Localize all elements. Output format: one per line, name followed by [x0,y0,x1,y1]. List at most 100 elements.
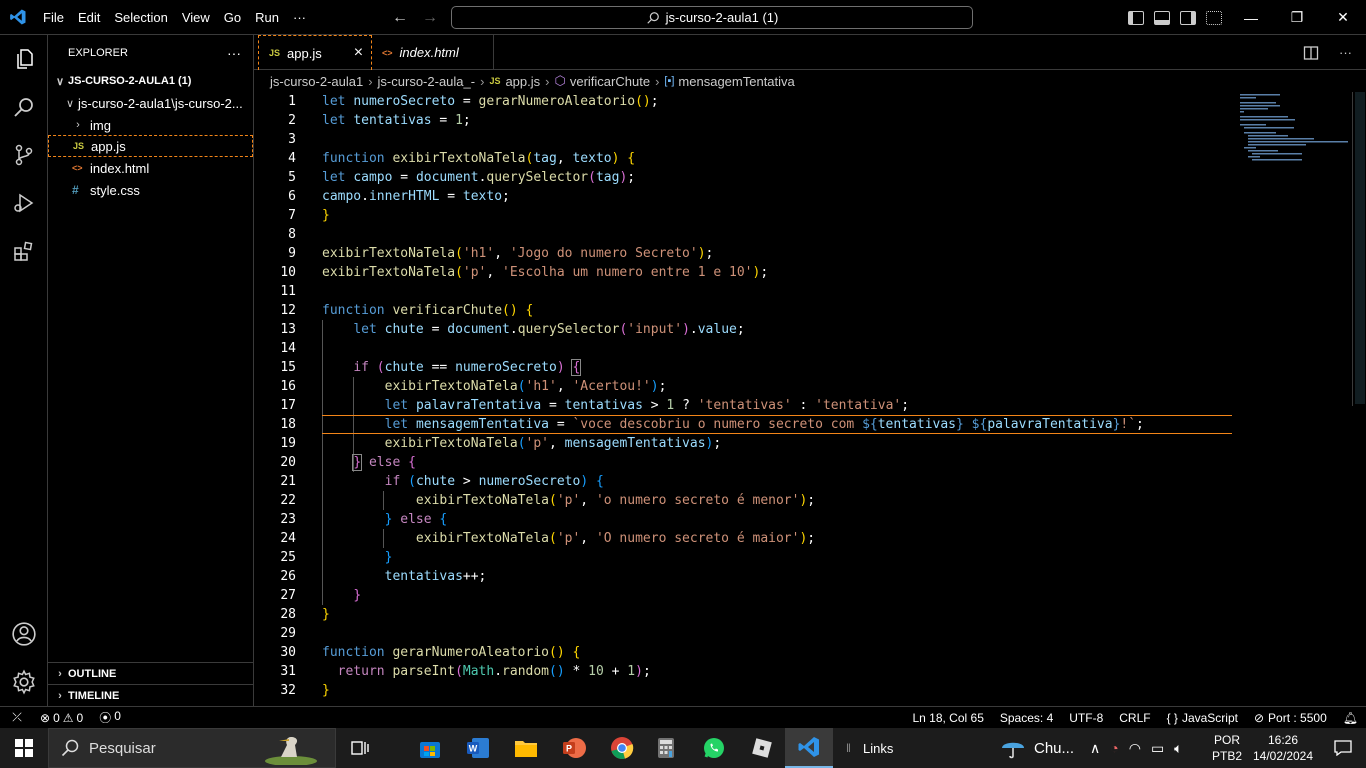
breadcrumb-item[interactable]: js-curso-2-aula_- [378,74,476,89]
code-line-6[interactable]: campo.innerHTML = texto; [322,187,510,206]
encoding[interactable]: UTF-8 [1069,711,1103,725]
windows-start-icon[interactable] [0,728,48,768]
breadcrumb-item[interactable]: app.js [505,74,540,89]
code-line-28[interactable]: } [322,605,330,624]
language-indicator[interactable]: POR PTB2 [1212,728,1242,768]
code-line-27[interactable]: } [322,586,361,605]
folder-js-curso[interactable]: ∨ js-curso-2-aula1\js-curso-2... [48,92,253,114]
clock[interactable]: 16:26 14/02/2024 [1250,728,1316,768]
battery-icon[interactable]: ▭ [1151,740,1164,757]
notification-center-icon[interactable] [1320,728,1366,768]
powerpoint-icon[interactable]: P [550,728,598,768]
taskbar-search[interactable]: Pesquisar [48,728,336,768]
breadcrumb-item[interactable]: js-curso-2-aula1 [270,74,363,89]
menu-file[interactable]: File [36,0,71,35]
tab-index-html[interactable]: <> index.html [372,35,494,70]
code-line-15[interactable]: if (chute == numeroSecreto) { [322,358,582,377]
task-view-icon[interactable] [336,728,384,768]
menu-run[interactable]: Run [248,0,286,35]
code-line-1[interactable]: let numeroSecreto = gerarNumeroAleatorio… [322,92,659,111]
code-line-31[interactable]: return parseInt(Math.random() * 10 + 1); [322,662,651,681]
editor-scrollbar[interactable] [1352,92,1366,406]
file-app-js[interactable]: JS app.js [48,135,253,157]
code-line-13[interactable]: let chute = document.querySelector('inpu… [322,320,744,339]
minimap[interactable] [1234,92,1352,162]
settings-gear-icon[interactable] [0,658,48,706]
language-mode[interactable]: { } JavaScript [1167,711,1238,725]
file-explorer-icon[interactable] [502,728,550,768]
code-line-30[interactable]: function gerarNumeroAleatorio() { [322,643,580,662]
indentation[interactable]: Spaces: 4 [1000,711,1053,725]
code-line-4[interactable]: function exibirTextoNaTela(tag, texto) { [322,149,635,168]
chrome-icon[interactable] [598,728,646,768]
code-line-17[interactable]: let palavraTentativa = tentativas > 1 ? … [322,396,909,415]
remote-indicator-icon[interactable]: ⤫ [0,710,34,725]
command-center-search[interactable]: js-curso-2-aula1 (1) [451,6,973,29]
minimize-icon[interactable]: — [1228,0,1274,35]
code-line-7[interactable]: } [322,206,330,225]
customize-layout-icon[interactable] [1206,10,1222,25]
notifications-bell-icon[interactable]: 🔔︎ [1343,711,1358,725]
weather-widget[interactable]: Chu... [1000,728,1074,768]
workspace-root[interactable]: ∨ JS-CURSO-2-AULA1 (1) [48,70,253,92]
code-line-18[interactable]: let mensagemTentativa = `voce descobriu … [322,415,1144,434]
code-line-22[interactable]: exibirTextoNaTela('p', 'o numero secreto… [322,491,815,510]
extensions-icon[interactable] [0,227,48,275]
source-control-icon[interactable] [0,131,48,179]
search-icon[interactable] [0,83,48,131]
timeline-section[interactable]: › TIMELINE [48,684,253,706]
code-line-10[interactable]: exibirTextoNaTela('p', 'Escolha um numer… [322,263,768,282]
outline-section[interactable]: › OUTLINE [48,662,253,684]
vscode-taskbar-icon[interactable] [785,728,833,768]
toggle-primary-sidebar-icon[interactable] [1128,10,1144,25]
explorer-icon[interactable] [0,35,48,83]
code-line-16[interactable]: exibirTextoNaTela('h1', 'Acertou!'); [322,377,667,396]
end-of-line[interactable]: CRLF [1119,711,1150,725]
word-icon[interactable]: W [454,728,502,768]
menu-more[interactable]: ··· [286,0,313,35]
file-index-html[interactable]: <> index.html [48,157,253,179]
close-tab-icon[interactable]: × [354,44,363,62]
folder-img[interactable]: › img [48,114,253,136]
code-line-5[interactable]: let campo = document.querySelector(tag); [322,168,635,187]
network-disconnected-icon[interactable]: ◔ [1110,740,1118,756]
code-line-19[interactable]: exibirTextoNaTela('p', mensagemTentativa… [322,434,722,453]
code-line-9[interactable]: exibirTextoNaTela('h1', 'Jogo do numero … [322,244,713,263]
menu-selection[interactable]: Selection [107,0,174,35]
chevron-up-icon[interactable]: ∧ [1090,740,1100,757]
wifi-icon[interactable]: ◠ [1129,740,1141,757]
volume-icon[interactable]: 🔈︎ [1174,740,1182,757]
ports-indicator[interactable]: ⦿ 0 [99,709,121,726]
links-toolbar[interactable]: ‖ Links [846,728,893,768]
accounts-icon[interactable] [0,610,48,658]
toggle-panel-icon[interactable] [1154,10,1170,25]
cursor-position[interactable]: Ln 18, Col 65 [912,711,983,725]
toggle-secondary-sidebar-icon[interactable] [1180,10,1196,25]
tab-app-js[interactable]: JS app.js × [258,35,372,70]
restore-icon[interactable]: ❐ [1274,0,1320,35]
roblox-icon[interactable] [738,728,786,768]
problems-indicator[interactable]: ⊗ 0 ⚠ 0 [40,711,83,725]
menu-edit[interactable]: Edit [71,0,107,35]
code-line-21[interactable]: if (chute > numeroSecreto) { [322,472,604,491]
breadcrumb-item[interactable]: mensagemTentativa [678,74,794,89]
back-arrow-icon[interactable]: ← [392,9,408,27]
code-editor[interactable]: 1 let numeroSecreto = gerarNumeroAleatori… [254,92,1354,706]
file-style-css[interactable]: # style.css [48,179,253,201]
whatsapp-icon[interactable] [690,728,738,768]
calculator-icon[interactable] [642,728,690,768]
code-line-24[interactable]: exibirTextoNaTela('p', 'O numero secreto… [322,529,815,548]
menu-go[interactable]: Go [217,0,248,35]
split-editor-icon[interactable] [1303,45,1319,61]
close-window-icon[interactable]: ✕ [1320,0,1366,35]
code-line-20[interactable]: } else { [322,453,416,472]
code-line-2[interactable]: let tentativas = 1; [322,111,471,130]
explorer-more-button[interactable]: ··· [227,45,241,61]
more-actions-icon[interactable]: ··· [1339,45,1352,60]
breadcrumb-item[interactable]: verificarChute [570,74,650,89]
microsoft-store-icon[interactable] [406,728,454,768]
code-line-25[interactable]: } [322,548,393,567]
menu-view[interactable]: View [175,0,217,35]
code-line-26[interactable]: tentativas++; [322,567,487,586]
code-line-32[interactable]: } [322,681,330,700]
